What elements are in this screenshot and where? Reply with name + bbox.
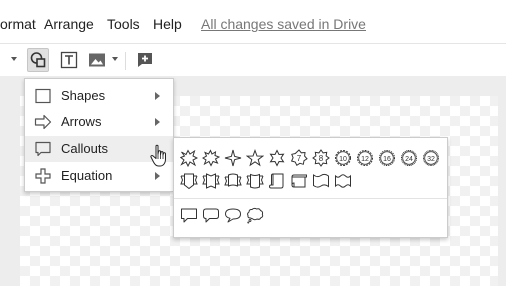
arrow-icon bbox=[34, 114, 52, 130]
star-badge-label: 12 bbox=[361, 156, 369, 163]
menu-item-shapes[interactable]: Shapes bbox=[25, 83, 173, 109]
star-7-icon[interactable]: 7 bbox=[290, 149, 308, 167]
menu-item-label: Equation bbox=[61, 168, 113, 183]
star-badge-label: 16 bbox=[383, 156, 391, 163]
double-wave-icon[interactable] bbox=[334, 172, 352, 190]
star-16-icon[interactable]: 16 bbox=[378, 149, 396, 167]
submenu-arrow-icon bbox=[155, 172, 160, 180]
curved-ribbon-icon[interactable] bbox=[224, 172, 242, 190]
star-4-icon[interactable] bbox=[224, 149, 242, 167]
star-badge-label: 10 bbox=[339, 156, 347, 163]
shape-menu: Shapes Arrows Callouts Equation bbox=[24, 78, 174, 192]
star-10-icon[interactable]: 10 bbox=[334, 149, 352, 167]
menu-arrange[interactable]: Arrange bbox=[44, 16, 94, 32]
insert-comment-icon bbox=[138, 53, 152, 67]
star-32-icon[interactable]: 32 bbox=[422, 149, 440, 167]
chevron-down-icon[interactable] bbox=[112, 57, 118, 61]
explosion-1-icon[interactable] bbox=[180, 149, 198, 167]
rectangle-icon bbox=[35, 88, 51, 104]
horizontal-scroll-icon[interactable] bbox=[290, 172, 308, 190]
star-8-icon[interactable]: 8 bbox=[312, 149, 330, 167]
star-badge-label: 8 bbox=[319, 154, 324, 163]
chevron-down-icon[interactable] bbox=[11, 57, 17, 61]
menu-tools[interactable]: Tools bbox=[107, 16, 140, 32]
palette-divider bbox=[174, 198, 447, 199]
toolbar-divider bbox=[125, 52, 126, 70]
submenu-arrow-icon bbox=[155, 92, 160, 100]
callout-icon bbox=[35, 141, 51, 157]
image-icon bbox=[89, 53, 105, 67]
insert-comment-button[interactable] bbox=[134, 48, 156, 72]
toolbar bbox=[0, 44, 506, 76]
menu-item-label: Shapes bbox=[61, 88, 106, 103]
menu-bar: ormat Arrange Tools Help All changes sav… bbox=[0, 0, 506, 46]
star-5-icon[interactable] bbox=[246, 149, 264, 167]
explosion-2-icon[interactable] bbox=[202, 149, 220, 167]
ribbon-2-icon[interactable] bbox=[202, 172, 220, 190]
vertical-scroll-icon[interactable] bbox=[268, 172, 286, 190]
shapes-button[interactable] bbox=[27, 48, 49, 72]
hand-cursor-icon bbox=[150, 144, 166, 167]
menu-item-arrows[interactable]: Arrows bbox=[25, 109, 173, 135]
star-badge-label: 32 bbox=[427, 156, 435, 163]
star-6-icon[interactable] bbox=[268, 149, 286, 167]
menu-help[interactable]: Help bbox=[153, 16, 182, 32]
text-box-icon bbox=[60, 51, 78, 69]
oval-callout-icon[interactable] bbox=[224, 206, 242, 224]
shapes-icon bbox=[30, 52, 46, 68]
menu-item-label: Callouts bbox=[61, 141, 108, 156]
submenu-arrow-icon bbox=[155, 118, 160, 126]
star-badge-label: 24 bbox=[405, 156, 413, 163]
text-box-button[interactable] bbox=[58, 48, 80, 72]
wave-icon[interactable] bbox=[312, 172, 330, 190]
cloud-callout-icon[interactable] bbox=[246, 206, 264, 224]
star-badge-label: 7 bbox=[297, 154, 302, 163]
menu-item-label: Arrows bbox=[61, 114, 102, 129]
curved-ribbon-2-icon[interactable] bbox=[246, 172, 264, 190]
save-status-link[interactable]: All changes saved in Drive bbox=[201, 16, 366, 32]
shape-palette: 7 8 10 12 16 24 32 bbox=[173, 137, 448, 238]
menu-format[interactable]: ormat bbox=[0, 16, 36, 32]
image-button[interactable] bbox=[86, 48, 108, 72]
ribbon-icon[interactable] bbox=[180, 172, 198, 190]
plus-icon bbox=[35, 168, 51, 184]
rectangular-callout-icon[interactable] bbox=[180, 206, 198, 224]
star-12-icon[interactable]: 12 bbox=[356, 149, 374, 167]
rounded-rectangular-callout-icon[interactable] bbox=[202, 206, 220, 224]
star-24-icon[interactable]: 24 bbox=[400, 149, 418, 167]
